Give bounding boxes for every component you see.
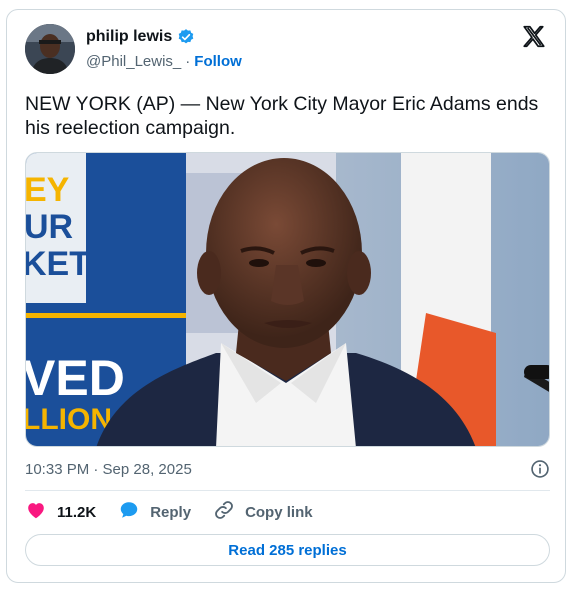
author-handle-row: @Phil_Lewis_ · Follow (86, 53, 242, 70)
tweet-photo[interactable]: EY UR KET VED LLION (25, 152, 550, 447)
timestamp-row: 10:33 PM · Sep 28, 2025 (25, 459, 550, 479)
sign-text: UR (26, 208, 73, 246)
copy-link-label: Copy link (245, 503, 313, 521)
tweet-text: NEW YORK (AP) — New York City Mayor Eric… (25, 93, 539, 139)
author-name[interactable]: philip lewis (86, 28, 172, 46)
avatar[interactable] (25, 24, 75, 74)
handle-separator: · (185, 53, 191, 70)
tweet-card: philip lewis @Phil_Lewis_ · Follow NEW Y… (6, 9, 566, 583)
author-handle[interactable]: @Phil_Lewis_ (86, 53, 181, 70)
author-name-row: philip lewis (86, 28, 195, 46)
info-icon[interactable] (530, 459, 550, 479)
reply-button[interactable]: Reply (118, 499, 191, 525)
heart-icon (25, 499, 47, 525)
x-logo-icon[interactable] (521, 24, 547, 50)
divider (25, 490, 550, 491)
follow-button[interactable]: Follow (194, 53, 242, 70)
reply-bubble-icon (118, 499, 140, 525)
sign-text: VED (26, 350, 125, 406)
read-replies-button[interactable]: Read 285 replies (25, 534, 550, 566)
verified-badge-icon (177, 28, 195, 46)
like-count: 11.2K (57, 503, 97, 521)
like-button[interactable]: 11.2K (25, 499, 96, 525)
link-icon (213, 499, 235, 525)
reply-label: Reply (150, 503, 192, 521)
action-bar: 11.2K Reply Copy link (25, 501, 335, 523)
sign-text: KET (26, 245, 90, 283)
copy-link-button[interactable]: Copy link (213, 499, 313, 525)
tweet-timestamp[interactable]: 10:33 PM · Sep 28, 2025 (25, 461, 192, 478)
sign-text: EY (26, 171, 70, 209)
sign-text: LLION (26, 403, 112, 436)
